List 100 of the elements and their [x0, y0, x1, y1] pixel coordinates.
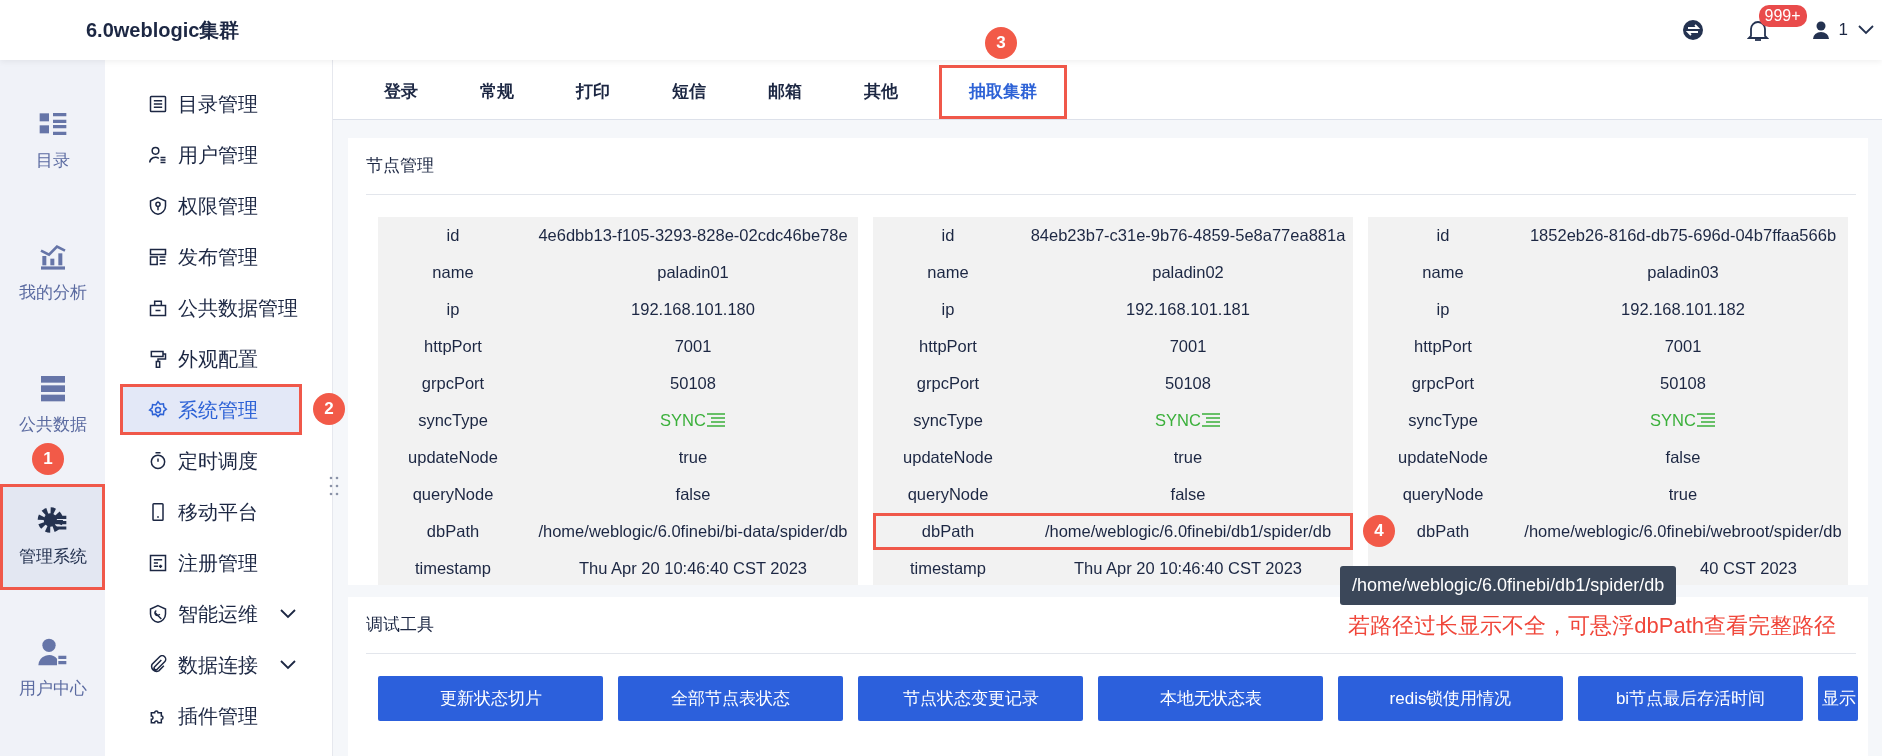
tab[interactable]: 常规	[449, 65, 545, 119]
field-label: syncType	[913, 411, 983, 430]
field-label: name	[432, 263, 474, 282]
app-title: 6.0weblogic集群	[86, 18, 240, 43]
field-label: name	[1422, 263, 1464, 282]
debug-button[interactable]: 全部节点表状态	[618, 676, 843, 721]
sync-type-value: SYNC	[660, 411, 706, 430]
field-label: grpcPort	[421, 374, 485, 393]
field-value: 1852eb26-816d-db75-696d-04b7ffaa566b	[1528, 225, 1838, 247]
field-label: grpcPort	[1411, 374, 1475, 393]
user-icon[interactable]	[1812, 21, 1829, 39]
field-label: dbPath	[921, 522, 975, 541]
form-icon	[148, 552, 168, 573]
field-label: queryNode	[907, 485, 989, 504]
lines-icon	[705, 412, 726, 429]
field-label: queryNode	[1402, 485, 1484, 504]
nav-item[interactable]: 注册管理	[120, 537, 302, 588]
stopwatch-icon	[148, 450, 168, 471]
tab[interactable]: 其他	[833, 65, 929, 119]
tab[interactable]: 短信	[641, 65, 737, 119]
field-value: paladin01	[656, 262, 730, 284]
field-label: syncType	[418, 411, 488, 430]
field-label: timestamp	[909, 559, 987, 578]
nav-item[interactable]: 公共数据管理	[120, 282, 302, 333]
shield-wrench-icon	[148, 603, 168, 624]
nav-item[interactable]: 外观配置	[120, 333, 302, 384]
field-value: true	[1172, 447, 1204, 469]
field-value: Thu Apr 20 10:46:40 CST 2023	[1072, 558, 1304, 580]
field-value: true	[1667, 484, 1699, 506]
nav-item[interactable]: 移动平台	[120, 486, 302, 537]
tab[interactable]: 登录	[353, 65, 449, 119]
field-value: true	[677, 447, 709, 469]
user-name[interactable]: 1	[1838, 17, 1848, 43]
debug-button[interactable]: 节点状态变更记录	[858, 676, 1083, 721]
panel-title: 调试工具	[366, 614, 434, 637]
nav-item[interactable]: 发布管理	[120, 231, 302, 282]
field-label: httpPort	[919, 337, 977, 356]
field-value: 50108	[1659, 373, 1707, 395]
tooltip: /home/weblogic/6.0finebi/db1/spider/db	[1340, 566, 1677, 605]
field-value: 192.168.101.181	[1125, 299, 1251, 321]
notification-badge: 999+	[1758, 5, 1807, 27]
field-label: id	[446, 226, 460, 245]
chevron-down-icon[interactable]	[1858, 25, 1874, 35]
debug-button[interactable]: 显示	[1818, 676, 1858, 721]
debug-button[interactable]: 更新状态切片	[378, 676, 603, 721]
nav-item[interactable]: 权限管理	[120, 180, 302, 231]
field-label: dbPath	[426, 522, 480, 541]
paperclip-icon	[148, 654, 168, 675]
field-label: updateNode	[903, 448, 993, 467]
rail-item[interactable]: 目录	[0, 88, 105, 194]
tab[interactable]: 打印	[545, 65, 641, 119]
nav-item[interactable]: 定时调度	[120, 435, 302, 486]
panel-title: 节点管理	[366, 155, 434, 178]
debug-button[interactable]: redis锁使用情况	[1338, 676, 1563, 721]
field-value: 50108	[1164, 373, 1212, 395]
annotation-note: 若路径过长显示不全，可悬浮dbPath查看完整路径	[1348, 611, 1836, 640]
field-value: 4e6dbb13-f105-3293-828e-02cdc46be78e	[537, 225, 849, 247]
callout-number: 2	[313, 393, 345, 425]
nav-item[interactable]: 目录管理	[120, 78, 302, 129]
field-label: id	[1436, 226, 1450, 245]
field-value: 84eb23b7-c31e-9b76-4859-5e8a77ea881a	[1029, 225, 1347, 247]
field-value: paladin03	[1646, 262, 1720, 284]
callout-number: 4	[1363, 515, 1395, 547]
sync-type-value: SYNC	[1650, 411, 1696, 430]
rail-item[interactable]: 我的分析	[0, 220, 105, 326]
field-label: name	[927, 263, 969, 282]
field-label: ip	[446, 300, 460, 319]
field-value: /home/weblogic/6.0finebi/bi-data/spider/db	[537, 521, 849, 543]
lines-icon	[1695, 412, 1716, 429]
field-label: ip	[1436, 300, 1450, 319]
field-value: 40 CST 2023	[1700, 559, 1797, 578]
field-value: false	[1664, 447, 1702, 469]
nav-item[interactable]: 数据连接	[120, 639, 302, 690]
nav-item[interactable]: 用户管理	[120, 129, 302, 180]
layout-icon	[148, 246, 168, 267]
field-label: httpPort	[1414, 337, 1472, 356]
field-label: timestamp	[414, 559, 492, 578]
field-label: queryNode	[412, 485, 494, 504]
tab[interactable]: 邮箱	[737, 65, 833, 119]
field-label: id	[941, 226, 955, 245]
debug-button[interactable]: 本地无状态表	[1098, 676, 1323, 721]
field-label: httpPort	[424, 337, 482, 356]
field-label: updateNode	[408, 448, 498, 467]
field-label: syncType	[1408, 411, 1478, 430]
lines-icon	[1200, 412, 1221, 429]
user-icon	[148, 144, 168, 165]
field-value: /home/weblogic/6.0finebi/webroot/spider/db	[1523, 521, 1843, 543]
field-value: paladin02	[1151, 262, 1225, 284]
rail-item[interactable]: 用户中心	[0, 616, 105, 722]
nav-item[interactable]: 插件管理	[120, 690, 302, 741]
callout-number: 1	[32, 443, 64, 475]
debug-button[interactable]: bi节点最后存活时间	[1578, 676, 1803, 721]
switch-icon[interactable]	[1682, 20, 1703, 40]
field-value: 7001	[1663, 336, 1703, 358]
field-value: Thu Apr 20 10:46:40 CST 2023	[577, 558, 809, 580]
nav-item[interactable]: 智能运维	[120, 588, 302, 639]
drag-handle-icon[interactable]	[329, 476, 339, 496]
field-value: false	[1169, 484, 1207, 506]
field-label: dbPath	[1416, 522, 1470, 541]
field-value: 50108	[669, 373, 717, 395]
